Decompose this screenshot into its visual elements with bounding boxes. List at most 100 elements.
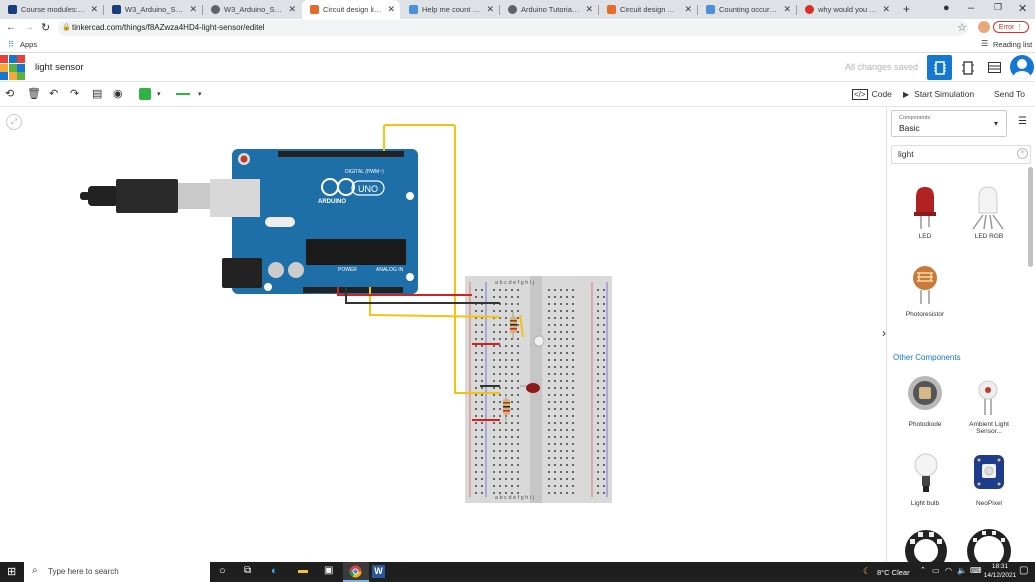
tray-chevron-icon[interactable]: ⌃ (920, 566, 926, 574)
tinkercad-logo[interactable] (0, 55, 25, 80)
volume-icon[interactable]: 🔈 (957, 566, 967, 575)
bookmark-star-icon[interactable]: ☆ (957, 21, 967, 34)
file-explorer-icon[interactable]: ▬ (298, 565, 308, 576)
back-icon[interactable]: ← (6, 22, 16, 33)
start-simulation-button[interactable]: ▶ Start Simulation (898, 86, 981, 102)
profile-circle-icon[interactable]: ● (943, 2, 950, 14)
apps-grid-icon[interactable]: ⠿ (8, 40, 14, 49)
component-list-button[interactable] (982, 55, 1007, 80)
browser-tab[interactable]: W3_Arduino_Sensors✕ (203, 0, 301, 19)
close-icon[interactable]: ✕ (783, 4, 791, 15)
chrome-taskbar-button[interactable] (343, 562, 369, 582)
weather-moon-icon: ☾ (863, 566, 872, 576)
ambient-light-sensor-component-icon[interactable] (975, 380, 1001, 416)
weather-text[interactable]: 8°C Clear (877, 568, 910, 577)
wifi-icon[interactable]: ◠ (945, 566, 952, 575)
led-component-icon[interactable] (912, 185, 938, 230)
other-components-heading[interactable]: Other Components (893, 353, 961, 362)
collapse-panel-icon[interactable]: › (882, 326, 886, 340)
delete-icon[interactable]: 🗑 (27, 87, 41, 100)
close-icon[interactable]: ✕ (684, 4, 692, 15)
code-button[interactable]: </> Code (847, 86, 896, 102)
minimize-icon[interactable]: – (968, 2, 974, 14)
clear-search-icon[interactable]: ✕ (1017, 148, 1028, 159)
tab-favicon-icon (211, 5, 220, 14)
light-bulb-component-icon[interactable] (914, 453, 938, 495)
user-avatar[interactable] (1010, 55, 1034, 79)
neopixel-ring-component-icon[interactable] (903, 527, 949, 562)
redo-icon[interactable]: ↷ (70, 87, 79, 100)
taskbar-search-box[interactable]: ⌕ Type here to search (24, 562, 210, 582)
edge-icon[interactable]: ◐ (271, 565, 278, 577)
browser-tab[interactable]: Course modules: Intro✕ (0, 0, 103, 19)
maximize-icon[interactable]: ❐ (994, 2, 1002, 13)
avatar[interactable] (978, 21, 990, 33)
new-tab-icon[interactable]: + (903, 2, 910, 16)
forward-icon[interactable]: → (24, 22, 34, 33)
visibility-icon[interactable]: ◉ (113, 87, 123, 100)
browser-tab-active[interactable]: Circuit design light se✕ (302, 0, 400, 19)
schematic-view-button[interactable] (955, 55, 980, 80)
window-close-icon[interactable]: ✕ (1018, 2, 1027, 15)
close-icon[interactable]: ✕ (387, 4, 395, 15)
cortana-icon[interactable]: ○ (219, 565, 226, 577)
chevron-down-icon[interactable]: ▾ (198, 90, 202, 98)
notifications-icon[interactable]: ▢ (1019, 565, 1028, 576)
neopixel-component-icon[interactable] (973, 453, 1005, 491)
circuit-view-button[interactable] (927, 55, 952, 80)
fill-color-swatch[interactable] (139, 88, 151, 100)
reload-icon[interactable]: ↻ (41, 21, 50, 34)
search-value: light (898, 149, 914, 159)
network-icon[interactable]: ▭ (932, 566, 940, 575)
list-view-icon[interactable]: ☰ (1018, 116, 1027, 127)
chevron-down-icon[interactable]: ▾ (157, 90, 161, 98)
circuit-canvas[interactable]: ⤢ ARDUINO UNO DIGITAL (PWM~) POWER ANALO… (0, 107, 885, 562)
browser-tab[interactable]: Arduino Tutorial - Les✕ (500, 0, 598, 19)
tab-favicon-icon (607, 5, 616, 14)
photoresistor-component-icon[interactable] (911, 265, 939, 305)
tab-favicon-icon (706, 5, 715, 14)
photodiode-component-icon[interactable] (907, 375, 943, 411)
components-dropdown[interactable]: Components Basic ▾ (891, 110, 1007, 137)
browser-tab[interactable]: why would you ever p✕ (797, 0, 895, 19)
undo-icon[interactable]: ↶ (49, 87, 58, 100)
panel-scrollbar[interactable] (1028, 167, 1033, 267)
reading-list-link[interactable]: Reading list (993, 40, 1032, 49)
clock-date[interactable]: 14/12/2021 (981, 572, 1019, 579)
send-to-button[interactable]: Send To (987, 86, 1032, 102)
save-status: All changes saved (845, 62, 919, 72)
clock-time[interactable]: 18:31 (985, 563, 1015, 570)
close-icon[interactable]: ✕ (882, 4, 890, 15)
store-icon[interactable]: ▣ (324, 565, 333, 576)
close-icon[interactable]: ✕ (90, 4, 98, 15)
tab-favicon-icon (805, 5, 814, 14)
photoresistor[interactable] (533, 335, 545, 347)
browser-tab[interactable]: W3_Arduino_Sensors✕ (104, 0, 202, 19)
led-rgb-component-icon[interactable] (969, 185, 1009, 230)
browser-tab[interactable]: Circuit design ACTUA✕ (599, 0, 697, 19)
close-icon[interactable]: ✕ (486, 4, 494, 15)
notes-icon[interactable]: ▤ (92, 87, 102, 100)
windows-start-icon[interactable]: ⊞ (7, 565, 16, 578)
component-search-input[interactable]: light ✕ (891, 145, 1031, 164)
word-icon[interactable]: W (372, 565, 385, 578)
close-icon[interactable]: ✕ (189, 4, 197, 15)
reading-list-icon[interactable]: ☰ (981, 39, 988, 48)
close-icon[interactable]: ✕ (288, 4, 296, 15)
close-icon[interactable]: ✕ (585, 4, 593, 15)
browser-tab[interactable]: Counting occurrences✕ (698, 0, 796, 19)
task-view-icon[interactable]: ⧉ (244, 565, 251, 576)
project-title[interactable]: light sensor (35, 62, 84, 73)
neopixel-ring-large-component-icon[interactable] (965, 527, 1013, 562)
language-icon[interactable]: ⌨ (970, 566, 982, 575)
search-icon: ⌕ (32, 565, 38, 576)
usb-cable[interactable] (80, 179, 210, 213)
browser-tab[interactable]: Help me count squirr✕ (401, 0, 499, 19)
apps-link[interactable]: Apps (20, 40, 37, 49)
rotate-icon[interactable]: ⟲ (5, 87, 14, 100)
user-icon (1013, 59, 1031, 79)
wire-style-icon[interactable] (176, 93, 190, 95)
url-text[interactable]: tinkercad.com/things/f8AZwza4HD4-light-s… (72, 23, 265, 32)
error-button[interactable]: Error ⋮ (993, 21, 1029, 33)
component-label: Photoresistor (905, 311, 945, 318)
